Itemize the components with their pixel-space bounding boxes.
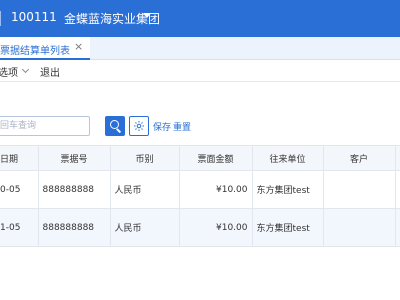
settings-button[interactable]: [129, 116, 149, 136]
top-bar: 100111 金蝶蓝海实业集团: [0, 0, 400, 37]
header-divider: [0, 11, 1, 26]
cell-amount: ¥10.00: [178, 208, 253, 247]
menu-bar: 选项 退出: [0, 60, 400, 82]
search-field[interactable]: [0, 116, 90, 136]
table-row[interactable]: 0-05 888888888 人民币 ¥10.00 东方集团test: [0, 170, 400, 209]
column-header-extra[interactable]: [394, 145, 400, 171]
close-icon[interactable]: ×: [74, 40, 83, 53]
cell-extra: [394, 208, 400, 247]
caret-down-icon[interactable]: [143, 13, 151, 18]
save-button[interactable]: 保存: [153, 120, 171, 133]
tab-bill-settlement-list[interactable]: 收票据结算单列表 ×: [0, 37, 90, 60]
cell-bill-no: 888888888: [37, 208, 111, 247]
search-input[interactable]: [0, 119, 75, 133]
cell-bill-no: 888888888: [37, 170, 111, 209]
search-button[interactable]: [105, 116, 125, 136]
tab-strip: 收票据结算单列表 ×: [0, 37, 400, 60]
grid-header-row: 日期 票据号 币别 票面金额 往来单位 客户: [0, 145, 400, 171]
bill-grid: 日期 票据号 币别 票面金额 往来单位 客户 0-05 888888888 人民…: [0, 145, 400, 247]
chevron-down-icon[interactable]: [21, 65, 30, 74]
cell-extra: [394, 170, 400, 209]
column-header-currency[interactable]: 币别: [109, 145, 180, 171]
gear-icon: [134, 121, 144, 131]
cell-date: 0-05: [0, 170, 39, 209]
column-header-date[interactable]: 日期: [0, 145, 39, 171]
reset-button[interactable]: 重置: [173, 120, 191, 133]
cell-currency: 人民币: [109, 208, 180, 247]
cell-customer: [322, 208, 396, 247]
cell-date: 1-05: [0, 208, 39, 247]
table-row[interactable]: 1-05 888888888 人民币 ¥10.00 东方集团test: [0, 208, 400, 247]
column-header-customer[interactable]: 客户: [322, 145, 396, 171]
cell-customer: [322, 170, 396, 209]
search-icon-handle: [116, 128, 122, 133]
org-code: 100111: [11, 10, 57, 24]
exit-menu[interactable]: 退出: [40, 64, 60, 79]
cell-currency: 人民币: [109, 170, 180, 209]
column-header-amount[interactable]: 票面金额: [178, 145, 253, 171]
tab-label: 收票据结算单列表: [0, 46, 70, 57]
column-header-partner[interactable]: 往来单位: [251, 145, 324, 171]
cell-partner: 东方集团test: [251, 170, 324, 209]
cell-partner: 东方集团test: [251, 208, 324, 247]
column-header-bill-no[interactable]: 票据号: [37, 145, 111, 171]
cell-amount: ¥10.00: [178, 170, 253, 209]
options-menu[interactable]: 选项: [0, 64, 18, 79]
